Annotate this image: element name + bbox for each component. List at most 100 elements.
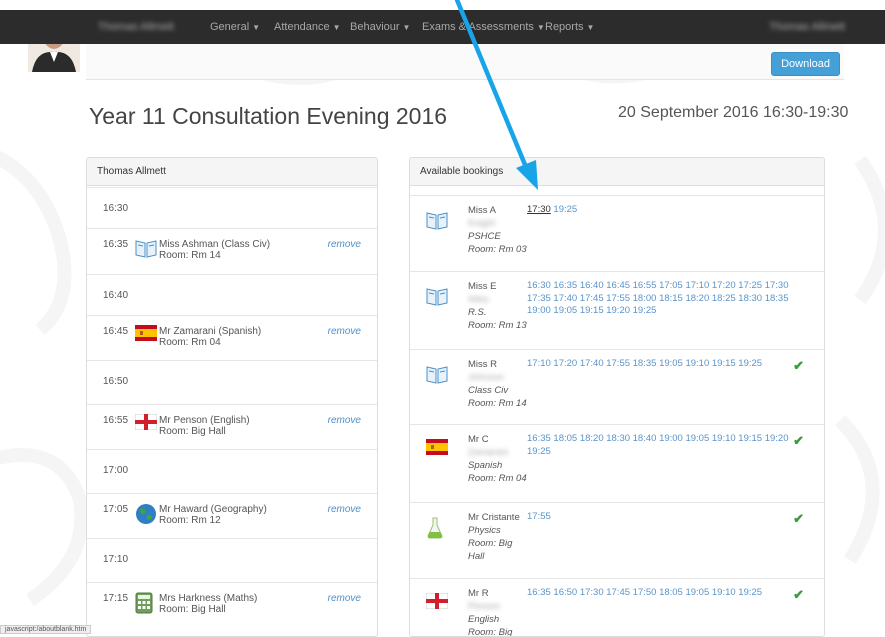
schedule-slot: 16:50 <box>87 360 377 404</box>
slot-time: 17:00 <box>103 465 129 476</box>
browser-status-bar: javascript:/aboutblank.htm <box>0 625 92 634</box>
booking-time-list[interactable]: 16:35 16:50 17:30 17:45 17:50 18:05 19:0… <box>527 587 762 598</box>
slot-time: 16:45 <box>103 326 129 337</box>
check-icon: ✔ <box>793 358 804 373</box>
slot-time: 17:10 <box>103 554 129 565</box>
slot-room: Room: Rm 14 <box>159 250 221 261</box>
caret-down-icon: ▼ <box>536 23 545 32</box>
booking-teacher-name: Miss E <box>468 281 497 292</box>
booking-subject: Physics <box>468 525 501 536</box>
booking-row: Miss E Alley R.S. Room: Rm 13 16:30 16:35 16… <box>410 271 824 349</box>
booking-teacher: Mr Cristante Physics Room: Big Hall <box>468 511 530 563</box>
caret-down-icon: ▼ <box>252 23 261 32</box>
remove-link[interactable]: remove <box>328 239 361 250</box>
booking-times[interactable]: 16:35 18:05 18:20 18:30 18:40 19:00 19:0… <box>527 433 797 458</box>
booking-teacher-surname: Penson <box>468 601 501 612</box>
book-icon <box>426 286 448 306</box>
schedule-slot: 16:45 Mr Zamarani (Spanish) Room: Rm 04 rem… <box>87 315 377 360</box>
slot-room: Room: Big Hall <box>159 426 226 437</box>
page-title: Year 11 Consultation Evening 2016 <box>89 103 448 129</box>
slot-room: Room: Big Hall <box>159 604 226 615</box>
download-button[interactable]: Download <box>771 52 840 76</box>
booking-times[interactable]: 17:30 19:25 <box>527 204 797 217</box>
remove-link[interactable]: remove <box>328 593 361 604</box>
event-date-range: 20 September 2016 16:30-19:30 <box>618 104 849 121</box>
booking-room: Room: Big Hall <box>468 627 513 637</box>
remove-link[interactable]: remove <box>328 326 361 337</box>
spain-flag-icon <box>426 439 448 459</box>
schedule-panel-header: Thomas Allmett <box>87 158 377 186</box>
schedule-panel: Thomas Allmett 16:30 16:35 Miss Ashman (Cl… <box>86 157 378 637</box>
schedule-slot: 16:30 <box>87 187 377 228</box>
book-icon <box>426 210 448 230</box>
nav-item-general[interactable]: General ▼ <box>210 21 260 33</box>
globe-icon <box>135 503 156 524</box>
nav-right-user[interactable]: Thomas Allmett <box>769 21 845 33</box>
calculator-icon <box>135 592 155 614</box>
nav-item-exams[interactable]: Exams & Assessments ▼ <box>422 21 545 33</box>
booking-teacher-name: Mr C <box>468 434 489 445</box>
schedule-slot: 16:55 Mr Penson (English) Room: Big Hall re… <box>87 404 377 449</box>
available-bookings-panel: Available bookings Miss A Knight PSHCE Room… <box>409 157 825 637</box>
booking-teacher: Miss A Knight PSHCE Room: Rm 03 <box>468 204 530 256</box>
booking-room: Room: Rm 13 <box>468 320 527 331</box>
booking-subject: Spanish <box>468 460 503 471</box>
spain-flag-icon <box>135 325 157 345</box>
nav-item-attendance[interactable]: Attendance ▼ <box>274 21 341 33</box>
booking-subject: PSHCE <box>468 231 501 242</box>
booking-time-list[interactable]: 16:30 16:35 16:40 16:45 16:55 17:05 17:1… <box>527 280 789 316</box>
booking-times[interactable]: 16:35 16:50 17:30 17:45 17:50 18:05 19:0… <box>527 587 797 600</box>
check-icon: ✔ <box>793 433 804 448</box>
booking-teacher-name: Mr Cristante <box>468 512 520 523</box>
toolbar: Download <box>86 44 844 80</box>
schedule-slot: 16:40 <box>87 274 377 315</box>
schedule-slot: 17:15 Mrs Harkness (Maths) Room: Big Hall r… <box>87 582 377 636</box>
book-icon <box>426 364 448 384</box>
booking-time-list[interactable]: 17:55 <box>527 511 551 522</box>
booking-times[interactable]: 17:55 <box>527 511 797 524</box>
book-icon <box>135 238 157 258</box>
booking-row: Mr C Zamarani Spanish Room: Rm 04 16:35 18:0… <box>410 424 824 502</box>
booking-times[interactable]: 16:30 16:35 16:40 16:45 16:55 17:05 17:1… <box>527 280 797 318</box>
booking-row: Mr Cristante Physics Room: Big Hall 17:55 ✔ <box>410 502 824 578</box>
booking-room: Room: Rm 14 <box>468 398 527 409</box>
booking-teacher-name: Miss R <box>468 359 498 370</box>
nav-user-name[interactable]: Thomas Allmett <box>98 21 174 33</box>
booking-times[interactable]: 17:10 17:20 17:40 17:55 18:35 19:05 19:1… <box>527 358 797 371</box>
england-flag-icon <box>425 592 449 613</box>
booking-teacher: Miss E Alley R.S. Room: Rm 13 <box>468 280 530 332</box>
booking-teacher-name: Miss A <box>468 205 496 216</box>
slot-time: 16:30 <box>103 203 129 214</box>
booking-teacher-surname: Alley <box>468 294 489 305</box>
booking-teacher-surname: Knight <box>468 218 495 229</box>
booking-row: Miss R Johnson Class Civ Room: Rm 14 17:10 1… <box>410 349 824 424</box>
caret-down-icon: ▼ <box>332 23 341 32</box>
booking-room: Room: Big Hall <box>468 538 513 562</box>
booking-time-list[interactable]: 17:10 17:20 17:40 17:55 18:35 19:05 19:1… <box>527 358 762 369</box>
booking-subject: English <box>468 614 500 625</box>
slot-time: 16:40 <box>103 290 129 301</box>
nav-item-label: Attendance <box>274 21 330 33</box>
slot-time: 16:50 <box>103 376 129 387</box>
nav-item-label: Behaviour <box>350 21 400 33</box>
remove-link[interactable]: remove <box>328 415 361 426</box>
booking-room: Room: Rm 03 <box>468 244 527 255</box>
booking-teacher-name: Mr R <box>468 588 489 599</box>
slot-room: Room: Rm 04 <box>159 337 221 348</box>
flask-icon <box>426 517 448 539</box>
booking-time-list[interactable]: 16:35 18:05 18:20 18:30 18:40 19:00 19:0… <box>527 433 789 457</box>
slot-time: 16:55 <box>103 415 129 426</box>
nav-item-behaviour[interactable]: Behaviour ▼ <box>350 21 410 33</box>
booking-teacher: Miss R Johnson Class Civ Room: Rm 14 <box>468 358 530 410</box>
nav-item-label: Exams & Assessments <box>422 21 534 33</box>
booking-row: Mr R Penson English Room: Big Hall 16:35 16:… <box>410 578 824 637</box>
nav-item-reports[interactable]: Reports ▼ <box>545 21 594 33</box>
check-icon: ✔ <box>793 511 804 526</box>
booking-subject: Class Civ <box>468 385 509 396</box>
remove-link[interactable]: remove <box>328 504 361 515</box>
slot-time: 17:05 <box>103 504 129 515</box>
available-bookings-header: Available bookings <box>410 158 824 186</box>
booking-time-list[interactable]: 19:25 <box>551 204 577 215</box>
slot-time: 17:15 <box>103 593 129 604</box>
booking-time-link[interactable]: 17:30 <box>527 204 551 215</box>
